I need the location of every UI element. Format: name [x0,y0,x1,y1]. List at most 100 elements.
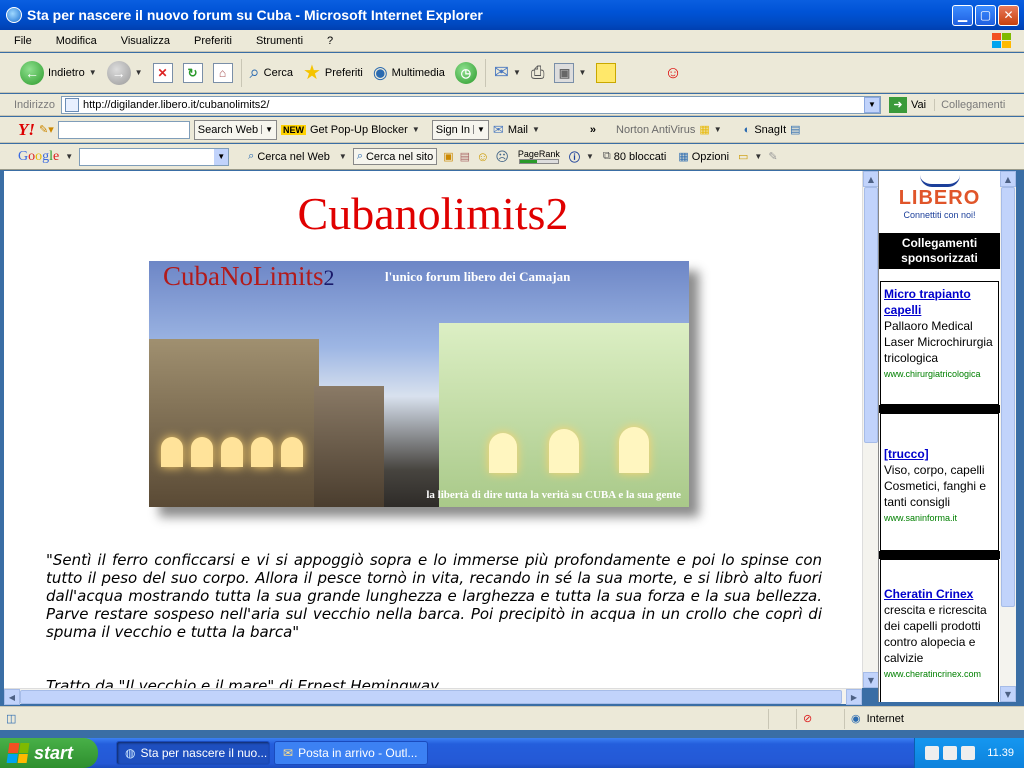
links-button[interactable]: Collegamenti [934,98,1005,111]
popup-blocker-button[interactable]: Get Pop-Up Blocker [310,124,408,136]
mail-menu-dropdown-icon[interactable]: ▼ [532,125,540,134]
norton-icon[interactable]: ▦ [699,123,709,136]
ad-divider [879,551,1000,559]
maximize-button[interactable]: ▢ [975,4,996,26]
multimedia-button[interactable]: ◉ Multimedia [368,56,450,90]
history-button[interactable]: ◷ [450,56,482,90]
search-button[interactable]: ⌕ Cerca [245,56,298,90]
ad-title-link[interactable]: Micro trapianto capelli [884,286,995,318]
go-button[interactable]: ➜ Vai [881,96,934,113]
yahoo-search-input[interactable] [57,120,190,139]
sidebar-scroll-up-button[interactable]: ▲ [1000,171,1016,187]
start-button[interactable]: start [0,738,98,768]
print-button[interactable]: ⎙ [526,56,550,90]
quote-attribution: Tratto da "Il vecchio e il mare" di Erne… [46,677,439,688]
search-web-dropdown-icon[interactable]: ▼ [261,125,273,134]
menu-help[interactable]: ? [313,35,343,47]
security-tray-icon[interactable] [961,746,976,760]
folder-dropdown-icon[interactable]: ▼ [754,152,762,161]
sign-in-dropdown-icon[interactable]: ▼ [473,125,485,134]
ad-divider [879,405,1000,413]
minimize-button[interactable]: ▁ [952,4,973,26]
popup-status-icon[interactable]: ⊘ [796,708,844,729]
scroll-right-button[interactable]: ▶ [846,689,862,705]
pagerank-indicator[interactable]: PageRank [515,148,563,165]
back-dropdown-icon[interactable]: ▼ [89,68,97,77]
pencil-icon[interactable]: ✎▾ [39,123,54,136]
frown-icon[interactable]: ☹ [495,149,509,165]
sidebar-vertical-scrollbar[interactable]: ▲ ▼ [1000,171,1016,702]
address-dropdown-icon[interactable]: ▼ [863,96,880,113]
sign-in-button[interactable]: Sign In ▼ [431,119,489,140]
norton-dropdown-icon[interactable]: ▼ [714,125,722,134]
ad-title-link[interactable]: Cheratin Crinex [884,586,995,602]
ad-url[interactable]: www.cheratincrinex.com [884,666,995,682]
edit-button[interactable]: ▣ ▼ [549,56,591,90]
info-dropdown-icon[interactable]: ▼ [586,152,594,161]
yahoo-search-web-button[interactable]: Search Web ▼ [193,119,277,140]
scroll-up-button[interactable]: ▲ [863,171,879,187]
banner-arch [619,427,649,473]
mail-button[interactable]: ✉ ▼ [489,56,526,90]
ad-url[interactable]: www.chirurgiatricologica [884,366,995,382]
search-web-menu-icon[interactable]: ▼ [339,152,347,161]
messenger-button[interactable]: ☺ [659,56,686,90]
note-button[interactable] [591,56,621,90]
scroll-thumb[interactable] [864,187,878,443]
ad-url[interactable]: www.saninforma.it [884,510,995,526]
folder-icon[interactable]: ▭ [738,150,748,163]
mail-dropdown-icon[interactable]: ▼ [513,68,521,77]
stop-button[interactable]: ✕ [148,56,178,90]
home-button[interactable]: ⌂ [208,56,238,90]
horizontal-scroll-thumb[interactable] [20,690,842,704]
address-input[interactable]: http://digilander.libero.it/cubanolimits… [60,95,881,114]
smiley-icon[interactable]: ☺ [476,149,489,164]
taskbar-item-ie[interactable]: ◍ Sta per nascere il nuo... [116,741,270,765]
popup-dropdown-icon[interactable]: ▼ [412,125,420,134]
favorites-button[interactable]: ★ Preferiti [298,56,368,90]
banner-arch [281,437,303,467]
scroll-down-button[interactable]: ▼ [863,672,879,688]
volume-tray-icon[interactable] [943,746,958,760]
menu-file[interactable]: File [0,35,42,47]
info-icon[interactable]: ⓘ [569,149,580,165]
snagit-capture-icon[interactable]: ▤ [790,123,800,136]
menu-preferiti[interactable]: Preferiti [180,35,242,47]
ad-title-link[interactable]: [trucco] [884,446,995,462]
google-search-dropdown-icon[interactable]: ▼ [214,148,229,165]
title-bar[interactable]: Sta per nascere il nuovo forum su Cuba -… [0,0,1024,30]
close-button[interactable]: ✕ [998,4,1019,26]
network-tray-icon[interactable] [925,746,940,760]
google-logo-icon[interactable]: Google [18,149,59,165]
scroll-left-button[interactable]: ◀ [4,689,20,705]
more-chevron-icon[interactable]: » [590,124,596,136]
yahoo-mail-button[interactable]: Mail [508,124,528,136]
news-icon[interactable]: ▣ [443,150,453,163]
libero-logo[interactable]: LIBERO Connettiti con noi! [879,171,1000,233]
taskbar-item-outlook[interactable]: ✉ Posta in arrivo - Outl... [274,741,428,765]
clock[interactable]: 11.39 [987,747,1014,759]
google-dropdown-icon[interactable]: ▼ [65,152,73,161]
refresh-button[interactable]: ↻ [178,56,208,90]
info-page-icon[interactable]: ▤ [460,150,470,163]
forward-dropdown-icon[interactable]: ▼ [135,68,143,77]
menu-modifica[interactable]: Modifica [42,35,107,47]
popup-blocked-button[interactable]: ⧉ 80 bloccati [600,149,669,164]
edit-dropdown-icon[interactable]: ▼ [578,68,586,77]
search-web-button[interactable]: ⌕ Cerca nel Web [245,149,333,164]
search-site-button[interactable]: ⌕ Cerca nel sito [352,148,438,165]
yahoo-logo-icon[interactable]: Y! [18,120,35,140]
sidebar-scroll-thumb[interactable] [1001,187,1015,607]
snagit-button[interactable]: SnagIt [754,124,786,136]
forward-button[interactable]: → ▼ [102,56,148,90]
favorites-label: Preferiti [324,66,363,79]
menu-strumenti[interactable]: Strumenti [242,35,313,47]
sidebar-scroll-down-button[interactable]: ▼ [1000,686,1016,702]
page-vertical-scrollbar[interactable]: ▲ ▼ [862,171,879,688]
back-button[interactable]: ← Indietro ▼ [0,56,102,90]
google-search-input[interactable]: ▼ [79,147,230,166]
options-button[interactable]: ▦ Opzioni [675,149,732,164]
page-horizontal-scrollbar[interactable]: ◀ ▶ [4,688,862,705]
highlighter-icon[interactable]: ✎ [768,150,777,163]
menu-visualizza[interactable]: Visualizza [107,35,180,47]
